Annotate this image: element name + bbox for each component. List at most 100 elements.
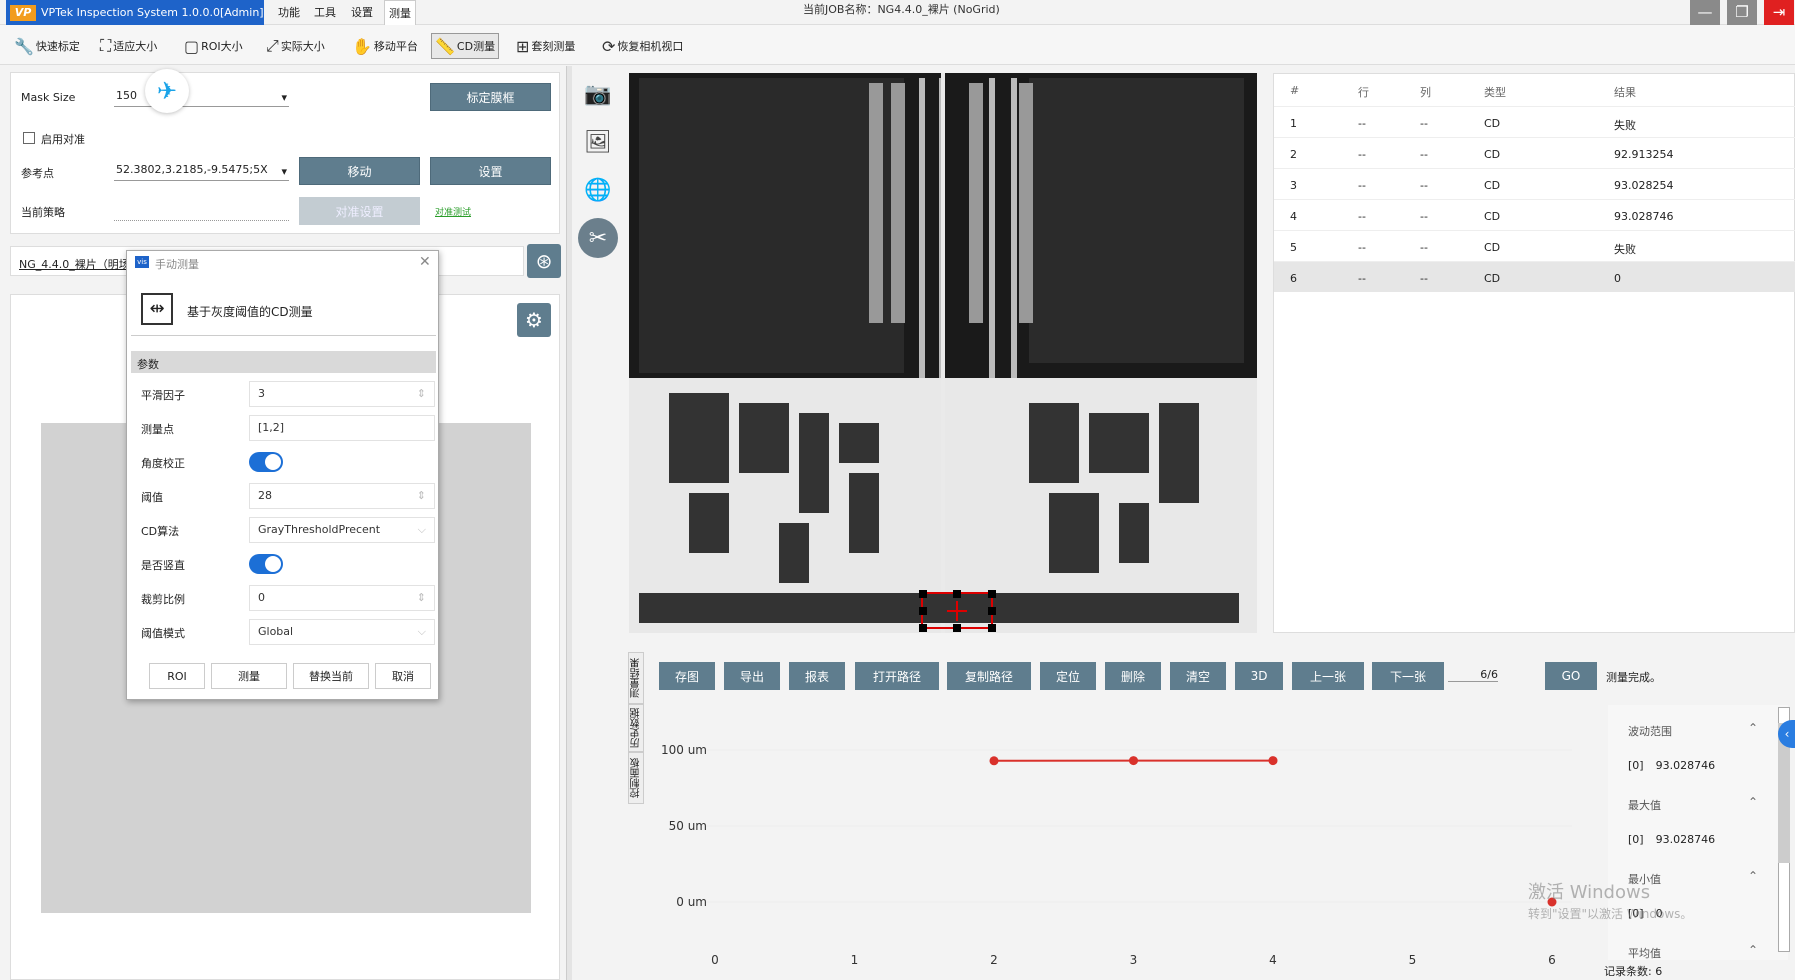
cd-measure-icon: ⇹ (141, 293, 173, 325)
move-button[interactable]: 移动 (299, 157, 420, 185)
table-row[interactable]: 6 -- -- CD 0 (1274, 261, 1795, 292)
move-stage-button[interactable]: ✋ 移动平台 (352, 33, 418, 59)
x-tick-label: 0 (711, 953, 719, 967)
menu-settings[interactable]: 设置 (347, 0, 377, 25)
table-cell: 92.913254 (1614, 148, 1674, 161)
param-toggle[interactable] (249, 452, 283, 472)
param-select-input[interactable]: Global ⌵ (249, 619, 435, 645)
table-cell: -- (1420, 148, 1428, 161)
recipe-name[interactable]: NG_4.4.0_裸片（明场 (19, 256, 130, 272)
delete-button[interactable]: 删除 (1105, 662, 1161, 690)
fit-size-button[interactable]: ⛶ 适应大小 (100, 33, 157, 59)
divider (131, 335, 436, 336)
page-indicator[interactable]: 6/6 (1448, 668, 1498, 682)
camera-image-view[interactable] (629, 73, 1257, 633)
strategy-label: 当前策略 (21, 206, 65, 219)
wrench-icon: 🔧 (14, 36, 34, 56)
ref-point-label: 参考点 (21, 167, 54, 180)
param-row: 平滑因子 3 ⇕ (131, 377, 436, 411)
set-button[interactable]: 设置 (430, 157, 551, 185)
roi-button[interactable]: ROI (149, 663, 205, 689)
enable-align-checkbox[interactable] (23, 132, 35, 144)
table-row[interactable]: 2 -- -- CD 92.913254 (1274, 137, 1795, 168)
x-tick-label: 5 (1409, 953, 1417, 967)
param-spin-input[interactable]: 28 ⇕ (249, 483, 435, 509)
spinner-icon: ⇕ (416, 591, 426, 604)
overlay-measure-button[interactable]: ⊞ 套刻测量 (516, 33, 575, 59)
tab-measure-results[interactable]: 测量结果 (628, 652, 644, 704)
align-test-link[interactable]: 对准测试 (435, 205, 471, 218)
table-row[interactable]: 1 -- -- CD 失败 (1274, 106, 1795, 137)
manual-measure-dialog: vis 手动测量 ✕ ⇹ 基于灰度阈值的CD测量 参数 平滑因子 3 ⇕ 测量点 [1,… (126, 250, 439, 700)
param-text-input[interactable]: [1,2] (249, 415, 435, 441)
param-select-input[interactable]: GrayThresholdPrecent ⌵ (249, 517, 435, 543)
strategy-field[interactable] (114, 203, 289, 221)
data-point[interactable] (1268, 756, 1278, 766)
param-label: 角度校正 (141, 457, 185, 470)
table-row[interactable]: 3 -- -- CD 93.028254 (1274, 168, 1795, 199)
close-icon[interactable]: ✕ (419, 254, 431, 270)
prev-image-button[interactable]: 上一张 (1292, 662, 1364, 690)
chevron-up-icon[interactable]: ⌃ (1748, 869, 1758, 883)
table-cell: 3 (1290, 179, 1297, 192)
y-tick-label: 100 um (661, 743, 707, 757)
export-button[interactable]: 导出 (724, 662, 780, 690)
table-cell: -- (1358, 241, 1366, 254)
table-row[interactable]: 4 -- -- CD 93.028746 (1274, 199, 1795, 230)
target-icon[interactable]: ⊛ (527, 244, 561, 278)
save-image-button[interactable]: 存图 (659, 662, 715, 690)
image-adjust-icon[interactable]: 🖼 (578, 122, 618, 162)
actual-size-button[interactable]: ⤢ 实际大小 (266, 33, 325, 59)
param-label: 阈值 (141, 491, 163, 504)
table-row[interactable]: 5 -- -- CD 失败 (1274, 230, 1795, 261)
copy-path-button[interactable]: 复制路径 (947, 662, 1031, 690)
data-point[interactable] (1129, 756, 1138, 766)
menu-tools[interactable]: 工具 (310, 0, 340, 25)
stat-label: 平均值 (1628, 947, 1661, 960)
roi-size-button[interactable]: ▢ ROI大小 (184, 33, 243, 59)
cancel-button[interactable]: 取消 (375, 663, 431, 689)
open-path-button[interactable]: 打开路径 (855, 662, 939, 690)
restore-icon[interactable]: ❐ (1727, 0, 1757, 26)
locate-button[interactable]: 定位 (1040, 662, 1096, 690)
chevron-up-icon[interactable]: ⌃ (1748, 721, 1758, 735)
quick-calibrate-button[interactable]: 🔧 快速标定 (14, 33, 80, 59)
job-name: 当前JOB名称：NG4.4.0_裸片 (NoGrid) (803, 3, 1000, 16)
splitter[interactable] (566, 66, 572, 980)
x-tick-label: 4 (1269, 953, 1277, 967)
tools-icon[interactable]: ✂ (578, 218, 618, 258)
3d-button[interactable]: 3D (1235, 662, 1283, 690)
replace-current-button[interactable]: 替换当前 (293, 663, 369, 689)
minimize-icon[interactable]: — (1690, 0, 1720, 26)
measure-button[interactable]: 测量 (211, 663, 287, 689)
align-settings-button[interactable]: 对准设置 (299, 197, 420, 225)
param-toggle[interactable] (249, 554, 283, 574)
data-point[interactable] (989, 756, 999, 766)
dialog-app-icon: vis (135, 256, 149, 268)
ref-point-select[interactable]: 52.3802,3.2185,-9.5475;5X ▾ (114, 163, 289, 181)
app-logo: VP (10, 4, 36, 21)
exit-icon[interactable]: ⇥ (1764, 0, 1794, 26)
y-tick-label: 50 um (669, 819, 707, 833)
grid-globe-icon[interactable]: 🌐 (578, 170, 618, 210)
camera-icon[interactable]: 📷 (578, 74, 618, 114)
cd-measure-button[interactable]: 📏 CD测量 (431, 33, 500, 59)
menu-measure[interactable]: 测量 (384, 0, 416, 25)
gear-icon[interactable]: ⚙ (517, 303, 551, 337)
report-button[interactable]: 报表 (789, 662, 845, 690)
chevron-up-icon[interactable]: ⌃ (1748, 795, 1758, 809)
chevron-up-icon[interactable]: ⌃ (1748, 943, 1758, 957)
param-spin-input[interactable]: 0 ⇕ (249, 585, 435, 611)
mark-frame-button[interactable]: 标定膜框 (430, 83, 551, 111)
stat-label: 最大值 (1628, 799, 1661, 812)
next-image-button[interactable]: 下一张 (1372, 662, 1444, 690)
watermark-line2: 转到"设置"以激活 Windows。 (1528, 907, 1693, 921)
go-button[interactable]: GO (1545, 662, 1597, 690)
mask-size-select[interactable]: 150 ▾ (114, 89, 289, 107)
restore-camera-button[interactable]: ⟳ 恢复相机视口 (602, 33, 683, 59)
floating-logo-icon[interactable]: ✈ (145, 69, 189, 113)
menu-function[interactable]: 功能 (274, 0, 304, 25)
x-tick-label: 2 (990, 953, 998, 967)
clear-button[interactable]: 清空 (1170, 662, 1226, 690)
param-spin-input[interactable]: 3 ⇕ (249, 381, 435, 407)
